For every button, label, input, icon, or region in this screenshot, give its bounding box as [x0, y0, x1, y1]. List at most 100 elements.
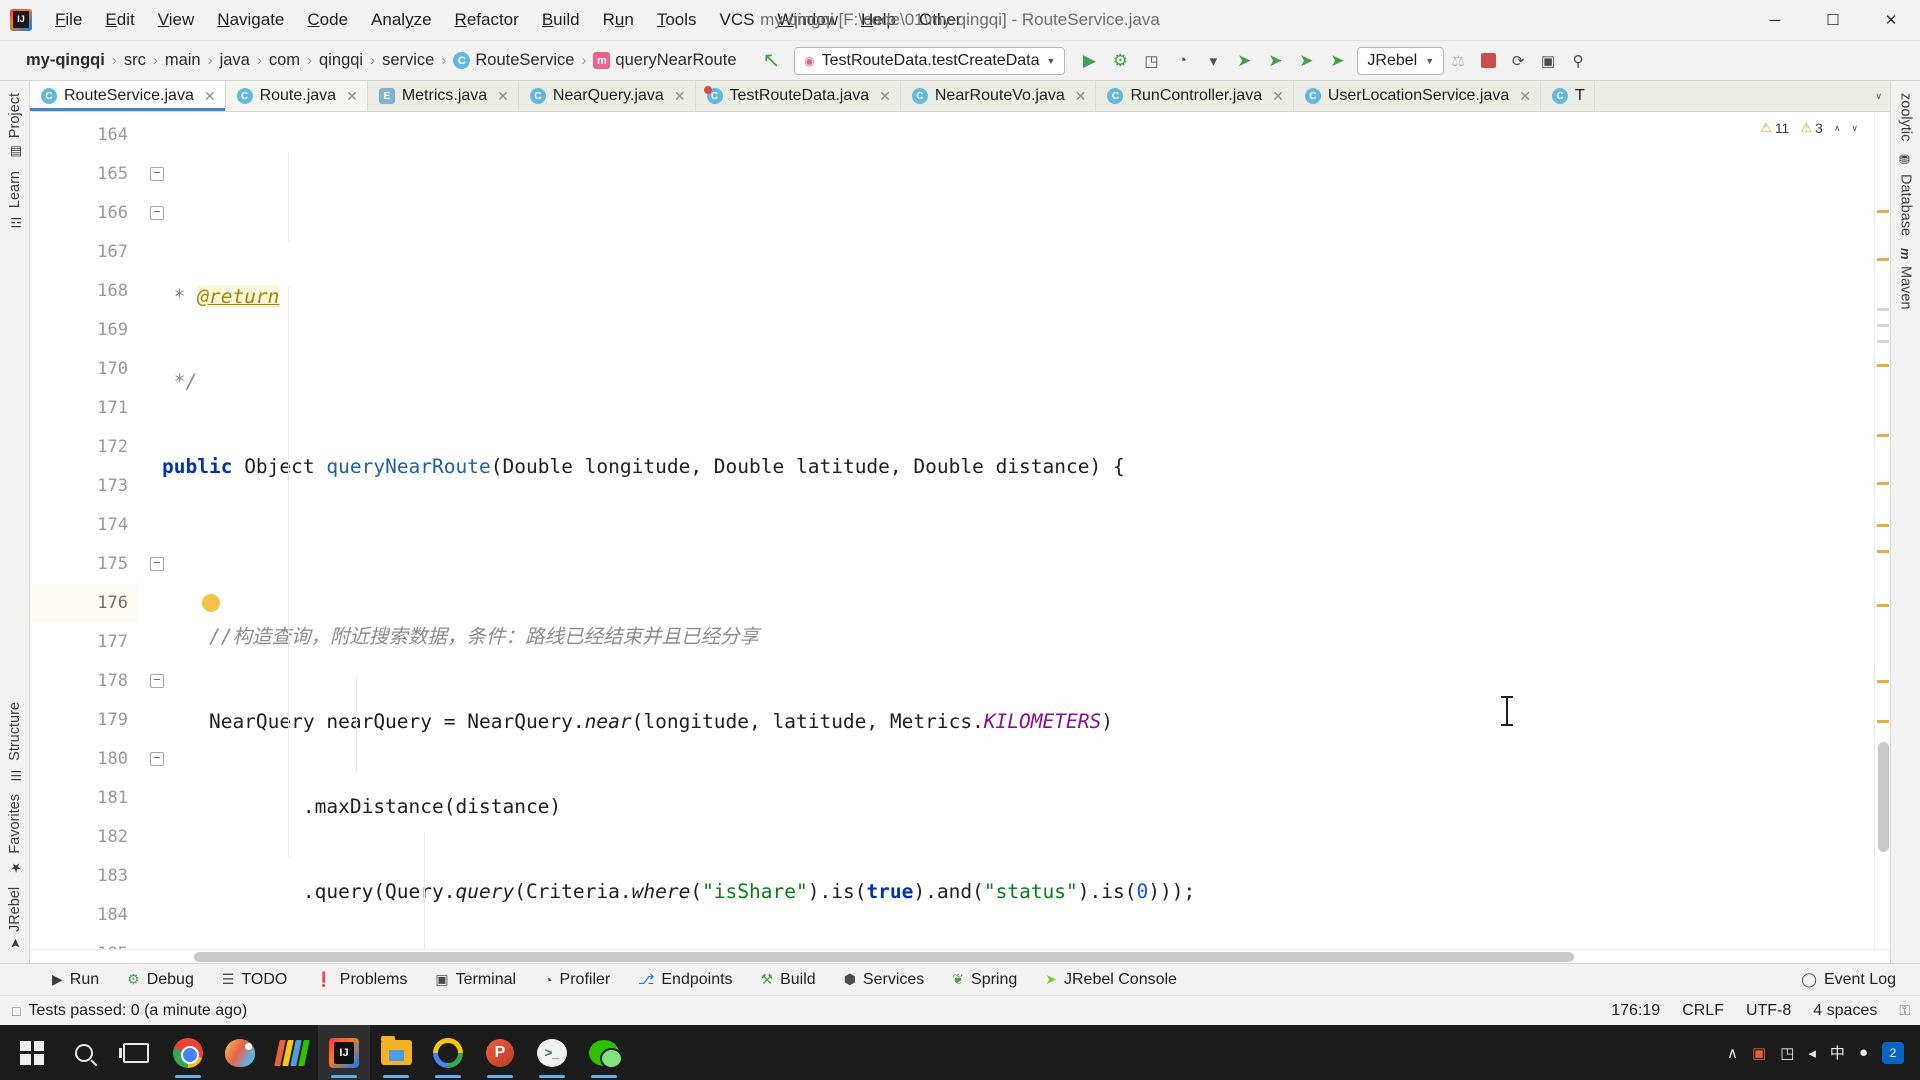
warnings-chip[interactable]: ⚠ 11	[1760, 120, 1789, 136]
warning-marker[interactable]	[1877, 258, 1889, 261]
jrebel-selector[interactable]: JRebel ▼	[1357, 46, 1445, 75]
indent-setting[interactable]: 4 spaces	[1813, 1002, 1877, 1020]
lock-icon[interactable]: ⚿	[1899, 1002, 1910, 1019]
warning-marker[interactable]	[1877, 434, 1889, 437]
tab-nearroutevo-java[interactable]: C NearRouteVo.java ✕	[900, 81, 1097, 111]
info-marker[interactable]	[1877, 340, 1889, 343]
menu-window[interactable]: Window	[767, 6, 849, 34]
close-icon[interactable]: ✕	[879, 88, 891, 105]
warning-marker[interactable]	[1877, 364, 1889, 367]
menu-navigate[interactable]: Navigate	[206, 6, 295, 34]
breadcrumb-src[interactable]: src	[118, 49, 152, 72]
toolwindow-build[interactable]: ⚒ Build	[747, 964, 830, 995]
toolwindow-event-log[interactable]: ◯ Event Log	[1787, 971, 1910, 989]
sidebar-item-favorites[interactable]: ★ Favorites	[7, 788, 23, 881]
toolwindow-terminal[interactable]: ▣ Terminal	[421, 964, 530, 995]
previous-problem-icon[interactable]: ∧	[1834, 123, 1841, 134]
close-button[interactable]: ✕	[1862, 0, 1920, 41]
menu-tools[interactable]: Tools	[646, 6, 708, 34]
file-encoding[interactable]: UTF-8	[1746, 1002, 1791, 1020]
run-with-coverage-button[interactable]: ◳	[1137, 47, 1165, 75]
toolwindow-profiler[interactable]: ◔ Profiler	[530, 964, 624, 995]
warning-marker[interactable]	[1877, 550, 1889, 553]
vertical-scrollbar-thumb[interactable]	[1878, 742, 1889, 852]
menu-other[interactable]: Other	[908, 6, 973, 34]
code-text-area[interactable]: * @return */ public Object queryNearRout…	[138, 112, 1874, 949]
tray-app-icon[interactable]: ▣	[1752, 1044, 1766, 1062]
line-separator[interactable]: CRLF	[1682, 1002, 1724, 1020]
taskbar-search[interactable]	[58, 1025, 110, 1080]
sidebar-item-maven[interactable]: m Maven	[1898, 242, 1914, 315]
warning-marker[interactable]	[1877, 720, 1889, 723]
info-marker[interactable]	[1877, 324, 1889, 327]
breadcrumb-java[interactable]: java	[214, 49, 256, 72]
breadcrumb-com[interactable]: com	[263, 49, 306, 72]
start-button[interactable]	[6, 1025, 58, 1080]
taskbar-stripes-app[interactable]	[266, 1025, 318, 1080]
close-icon[interactable]: ✕	[497, 88, 509, 105]
caret-position[interactable]: 176:19	[1611, 1002, 1660, 1020]
menu-analyze[interactable]: Analyze	[360, 6, 443, 34]
tab-metrics-java[interactable]: E Metrics.java ✕	[367, 81, 519, 111]
close-icon[interactable]: ✕	[1519, 88, 1531, 105]
breadcrumb-querynearroute[interactable]: m queryNearRoute	[587, 49, 742, 72]
maximize-button[interactable]: ☐	[1804, 0, 1862, 41]
close-icon[interactable]: ✕	[1272, 88, 1284, 105]
volume-icon[interactable]: ◂	[1808, 1044, 1816, 1062]
tab-nearquery-java[interactable]: C NearQuery.java ✕	[518, 81, 696, 111]
taskbar-file-explorer[interactable]	[370, 1025, 422, 1080]
menu-code[interactable]: Code	[296, 6, 359, 34]
sidebar-item-structure[interactable]: ☰ Structure	[7, 696, 23, 788]
horizontal-scrollbar[interactable]	[30, 949, 1890, 963]
warning-marker[interactable]	[1877, 482, 1889, 485]
notification-badge[interactable]: 2	[1882, 1041, 1904, 1064]
close-icon[interactable]: ✕	[346, 88, 358, 105]
status-message[interactable]: Tests passed: 0 (a minute ago)	[28, 1002, 247, 1020]
menu-file[interactable]: File	[44, 6, 93, 34]
jrebel-run-button[interactable]: ➤	[1230, 47, 1258, 75]
toolwindow-problems[interactable]: ❗ Problems	[301, 964, 421, 995]
close-icon[interactable]: ✕	[1075, 88, 1087, 105]
debug-button[interactable]: ⚙	[1106, 47, 1134, 75]
tab-route-java[interactable]: C Route.java ✕	[225, 81, 368, 111]
stop-button[interactable]	[1474, 47, 1502, 75]
breadcrumb-my-qingqi[interactable]: my-qingqi	[20, 49, 111, 72]
update-project-button[interactable]: ⟳	[1504, 47, 1532, 75]
tab-runcontroller-java[interactable]: C RunController.java ✕	[1096, 81, 1294, 111]
menu-view[interactable]: View	[147, 6, 206, 34]
profiler-dropdown-icon[interactable]: ▾	[1199, 47, 1227, 75]
taskbar-chrome[interactable]	[162, 1025, 214, 1080]
menu-run[interactable]: Run	[592, 6, 645, 34]
close-icon[interactable]: ✕	[204, 88, 216, 105]
warning-marker[interactable]	[1877, 680, 1889, 683]
warning-marker[interactable]	[1877, 210, 1889, 213]
menu-vcs[interactable]: VCS	[709, 6, 766, 34]
menu-build[interactable]: Build	[531, 6, 591, 34]
menu-refactor[interactable]: Refactor	[444, 6, 530, 34]
line-number-gutter[interactable]: 164 165 ─ 166 ─ 167 168 169 170 171 172 …	[30, 112, 220, 964]
inspection-widget[interactable]: ⚠ 11 ⚠ 3 ∧ ∨	[1756, 118, 1862, 138]
marker-bar[interactable]	[1874, 112, 1890, 949]
profiler-button[interactable]: ◔	[1168, 47, 1196, 75]
run-button[interactable]: ▶	[1075, 47, 1103, 75]
sidebar-item-project[interactable]: ▤ Project	[7, 87, 23, 165]
breadcrumb-service[interactable]: service	[376, 49, 440, 72]
network-icon[interactable]: ◳	[1780, 1044, 1794, 1062]
tab-userlocationservice-java[interactable]: C UserLocationService.java ✕	[1293, 81, 1541, 111]
toolwindow-endpoints[interactable]: ⎇ Endpoints	[624, 964, 746, 995]
breadcrumb-main[interactable]: main	[159, 49, 207, 72]
taskbar-paint[interactable]	[214, 1025, 266, 1080]
task-view-button[interactable]	[110, 1025, 162, 1080]
toolwindow-jrebel-console[interactable]: ➤ JRebel Console	[1031, 964, 1191, 995]
taskbar-qq[interactable]: >_	[526, 1025, 578, 1080]
next-problem-icon[interactable]: ∨	[1851, 123, 1858, 134]
breadcrumb-qingqi[interactable]: qingqi	[313, 49, 369, 72]
toolwindow-todo[interactable]: ☰ TODO	[208, 964, 302, 995]
code-editor[interactable]: ⚠ 11 ⚠ 3 ∧ ∨ 164 165 ─ 166 ─ 167 168 169…	[30, 112, 1890, 964]
close-icon[interactable]: ✕	[674, 88, 686, 105]
sidebar-item-learn[interactable]: ☲ Learn	[7, 165, 23, 235]
taskbar-intellij-idea[interactable]	[318, 1025, 370, 1080]
tab-truncated[interactable]: C T	[1540, 81, 1595, 111]
jrebel-profile-button[interactable]: ➤	[1323, 47, 1351, 75]
chevron-down-icon[interactable]: ∨	[1875, 91, 1882, 102]
